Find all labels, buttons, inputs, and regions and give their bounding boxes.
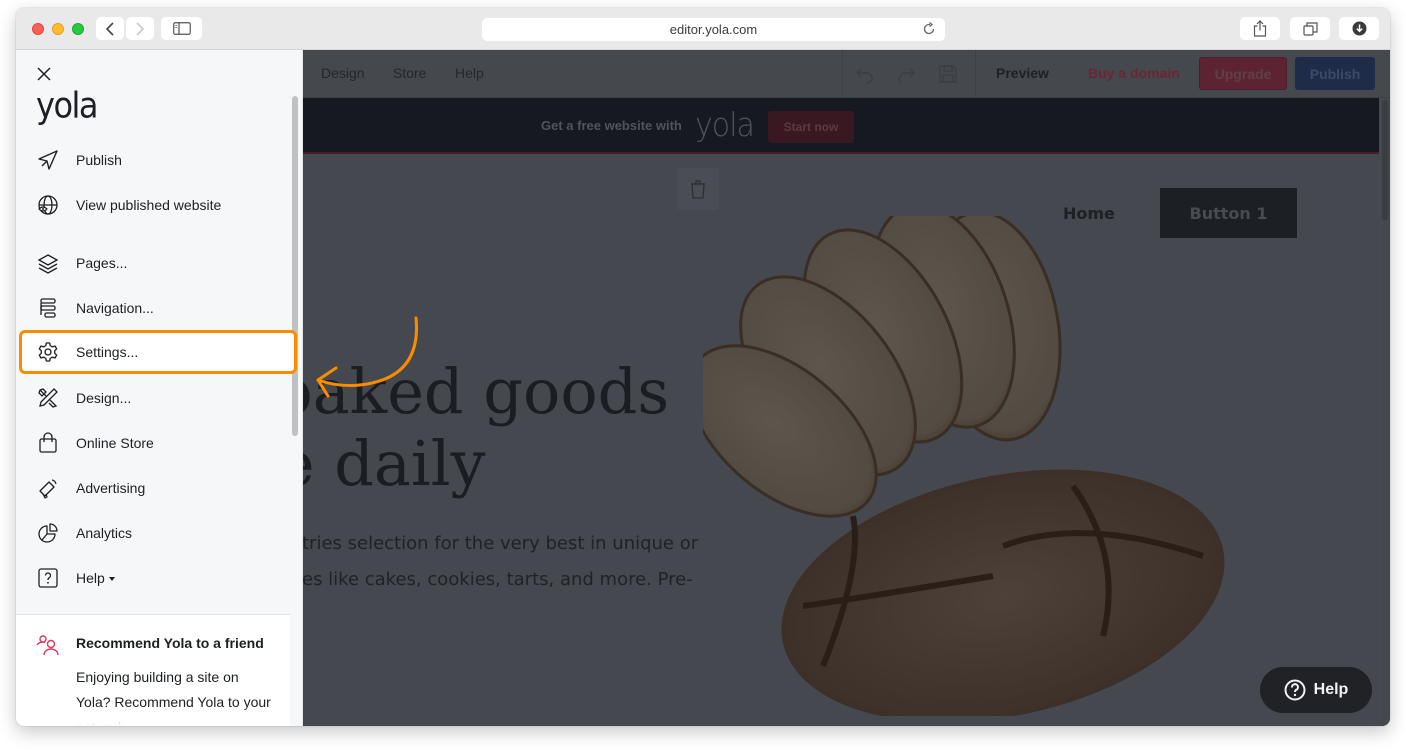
navigation-icon (40, 298, 56, 318)
forward-button[interactable] (126, 17, 154, 40)
editor-toolbar: Design Store Help Preview Buy a domain U… (303, 50, 1390, 98)
layers-icon (37, 254, 59, 274)
back-button[interactable] (96, 17, 124, 40)
help-floating-button[interactable]: Help (1260, 667, 1372, 713)
redo-icon[interactable] (895, 63, 917, 85)
chevron-right-icon (136, 21, 145, 36)
web-viewport: Design Store Help Preview Buy a domain U… (16, 50, 1390, 726)
preview-button[interactable]: Preview (996, 65, 1049, 81)
site-canvas: Home Button 1 baked goods le daily tries… (303, 156, 1379, 726)
question-icon (38, 568, 58, 588)
question-circle-icon (1284, 679, 1306, 701)
publish-button[interactable]: Publish (1295, 57, 1375, 90)
menu-design[interactable]: Design (321, 65, 365, 81)
save-icon[interactable] (937, 63, 959, 85)
sidebar-item-navigation[interactable]: Navigation... (34, 286, 292, 330)
reload-icon[interactable] (921, 21, 937, 37)
shopping-bag-icon (39, 432, 57, 453)
hero-body-line-2: es like cakes, cookies, tarts, and more.… (303, 569, 693, 590)
tab-overview-button[interactable] (1290, 17, 1330, 40)
url-text[interactable]: editor.yola.com (670, 22, 757, 37)
chevron-left-icon (105, 21, 114, 36)
sidebar-item-label: View published website (76, 197, 222, 213)
sidebar-item-label: Online Store (76, 435, 154, 451)
browser-window: editor.yola.com Design Store Help Previe… (16, 8, 1390, 726)
sidebar-item-label: Help (76, 570, 115, 586)
menu-help[interactable]: Help (455, 65, 484, 81)
sidebar-scrollbar-thumb[interactable] (292, 96, 298, 436)
design-tools-icon (38, 388, 58, 408)
sidebar-item-design[interactable]: Design... (34, 376, 292, 420)
sidebar-item-publish[interactable]: Publish (34, 138, 292, 182)
yola-logo: yola (36, 83, 99, 127)
scroll-fade (16, 706, 290, 726)
sidebar-item-settings[interactable]: Settings... (19, 330, 297, 374)
zoom-window-button[interactable] (72, 23, 84, 35)
hero-title[interactable]: baked goods le daily (303, 356, 669, 500)
megaphone-icon (39, 479, 57, 499)
recommend-friends-icon (36, 635, 59, 656)
sidebar-item-pages[interactable]: Pages... (34, 241, 292, 285)
browser-titlebar: editor.yola.com (16, 8, 1390, 50)
sidebar-item-label: Analytics (76, 525, 133, 541)
hero-body[interactable]: tries selection for the very best in uni… (303, 526, 698, 598)
sidebar-item-label: Advertising (76, 480, 146, 496)
close-window-button[interactable] (32, 23, 44, 35)
share-button[interactable] (1240, 17, 1280, 40)
sidebar-item-view-published[interactable]: View published website (34, 183, 292, 227)
toolbar-divider (975, 50, 976, 98)
editor-sidebar-menu: yola Publish View published website Page… (16, 50, 303, 726)
close-icon[interactable] (34, 64, 54, 84)
delete-section-button[interactable] (677, 168, 719, 210)
banner-text: Get a free website with (541, 118, 682, 133)
hero-body-line-1: tries selection for the very best in uni… (303, 533, 699, 554)
sidebar-toggle-button[interactable] (161, 17, 202, 40)
sidebar-item-label: Publish (76, 152, 122, 168)
sidebar-item-advertising[interactable]: Advertising (34, 466, 292, 510)
downloads-button[interactable] (1339, 17, 1379, 40)
sidebar-item-label: Pages... (76, 255, 128, 271)
help-label: Help (76, 570, 105, 586)
sidebar-item-help[interactable]: Help (34, 556, 292, 600)
gear-icon (38, 342, 58, 362)
help-floating-label: Help (1313, 681, 1349, 698)
canvas-scrollbar[interactable] (1382, 98, 1390, 726)
recommend-card: Recommend Yola to a friend Enjoying buil… (16, 614, 290, 726)
menu-store[interactable]: Store (393, 65, 426, 81)
site-nav-home[interactable]: Home (1063, 204, 1115, 223)
start-now-button[interactable]: Start now (768, 111, 854, 143)
hero-title-line-2: le daily (303, 427, 486, 500)
tabs-icon (1302, 21, 1318, 36)
upgrade-button[interactable]: Upgrade (1199, 57, 1287, 90)
recommend-title[interactable]: Recommend Yola to a friend (76, 635, 264, 651)
rocket-icon (38, 150, 58, 170)
hero-title-line-1: baked goods (303, 355, 670, 428)
sidebar-icon (172, 22, 191, 35)
sidebar-item-label: Navigation... (76, 300, 154, 316)
chevron-down-icon (108, 577, 115, 582)
pie-chart-icon (38, 523, 58, 543)
sidebar-item-label: Design... (76, 390, 132, 406)
trash-icon (691, 180, 705, 199)
sidebar-item-analytics[interactable]: Analytics (34, 511, 292, 555)
minimize-window-button[interactable] (52, 23, 64, 35)
buy-domain-link[interactable]: Buy a domain (1088, 65, 1180, 81)
sidebar-item-label: Settings... (76, 344, 139, 360)
toolbar-divider (842, 50, 843, 98)
banner-yola-logo: yola (695, 106, 755, 145)
site-nav-button-1[interactable]: Button 1 (1160, 188, 1297, 238)
sidebar-item-online-store[interactable]: Online Store (34, 421, 292, 465)
canvas-scrollbar-thumb[interactable] (1382, 100, 1388, 220)
download-icon (1352, 21, 1366, 36)
bread-image[interactable] (703, 216, 1263, 716)
undo-icon[interactable] (854, 63, 876, 85)
globe-eye-icon (38, 195, 58, 215)
promo-banner: Get a free website with yola Start now (303, 98, 1379, 154)
address-bar[interactable]: editor.yola.com (482, 18, 945, 41)
share-icon (1253, 20, 1267, 37)
